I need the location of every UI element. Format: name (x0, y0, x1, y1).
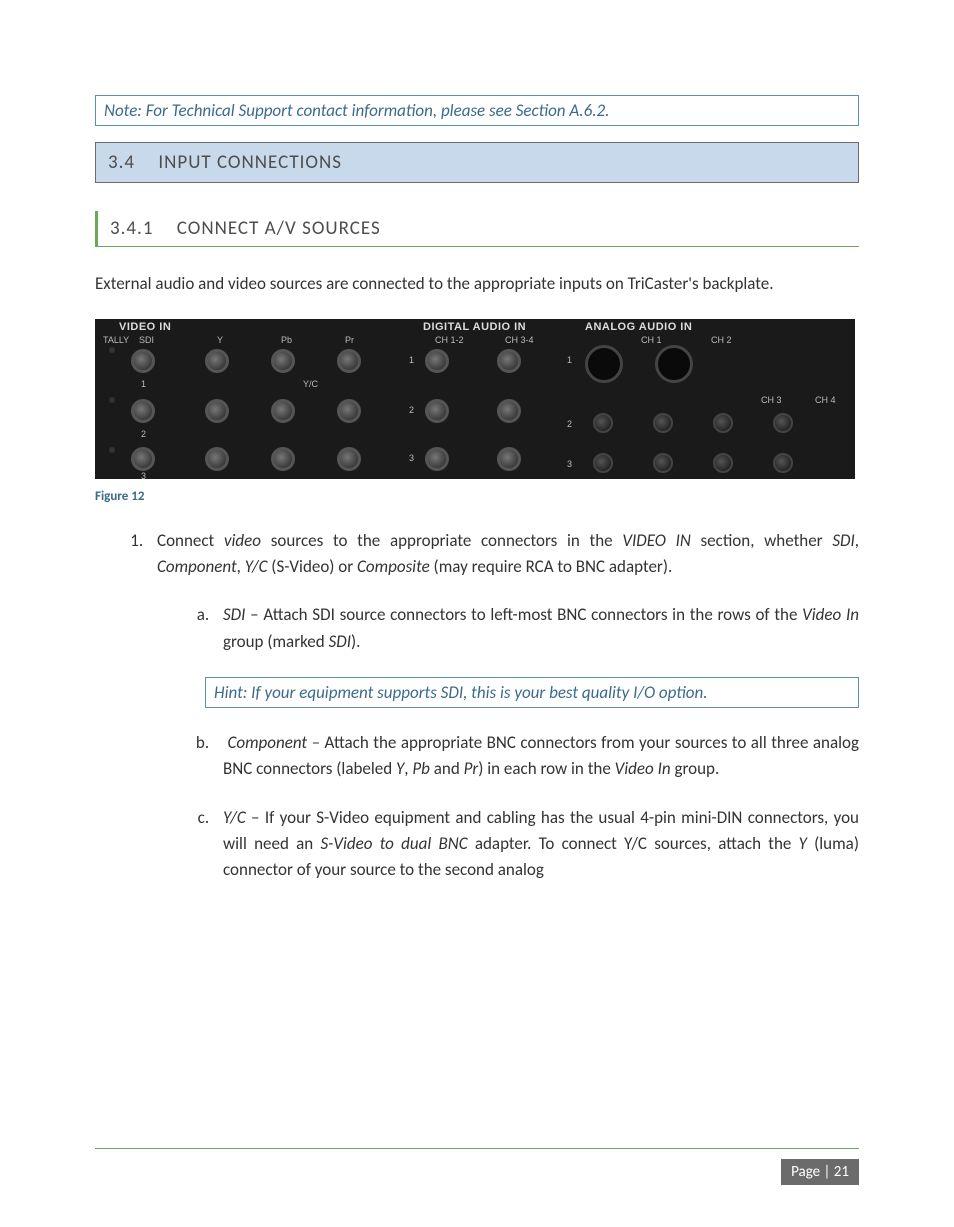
rca-2d (773, 413, 793, 433)
heading-connect-av-sources: 3.4.1 CONNECT A/V SOURCES (95, 211, 859, 247)
bnc-da-3a (425, 447, 449, 471)
h3-number: 3.4.1 (110, 217, 153, 240)
bnc-da-2a (425, 399, 449, 423)
h2-title: INPUT CONNECTIONS (158, 151, 342, 174)
tally-led-1 (109, 347, 115, 353)
bnc-sdi-2 (131, 399, 155, 423)
tally-led-3 (109, 447, 115, 453)
bnc-da-2b (497, 399, 521, 423)
rca-2c (713, 413, 733, 433)
bnc-sdi-1 (131, 349, 155, 373)
label-y: Y (217, 335, 223, 345)
label-digital-audio-in: DIGITAL AUDIO IN (423, 321, 526, 333)
label-analog-audio-in: ANALOG AUDIO IN (585, 321, 692, 333)
bnc-da-1b (497, 349, 521, 373)
footer-divider (95, 1148, 859, 1149)
label-ch1: CH 1 (641, 335, 662, 345)
da-row2: 2 (409, 405, 414, 415)
list-item-1: Connect video sources to the appropriate… (147, 528, 859, 655)
h3-title: CONNECT A/V SOURCES (177, 217, 381, 240)
xlr-1a (585, 345, 623, 383)
bnc-pb-1 (271, 349, 295, 373)
label-ch2: CH 2 (711, 335, 732, 345)
label-ch12: CH 1-2 (435, 335, 464, 345)
label-sdi: SDI (139, 335, 154, 345)
row-num-1: 1 (141, 379, 146, 389)
label-tally: TALLY (103, 335, 129, 345)
bnc-y-3 (205, 447, 229, 471)
subitem-a: SDI – Attach SDI source connectors to le… (213, 602, 859, 655)
bnc-da-3b (497, 447, 521, 471)
da-row1: 1 (409, 355, 414, 365)
hint-box: Hint: If your equipment supports SDI, th… (205, 677, 859, 708)
label-pr: Pr (345, 335, 354, 345)
rca-3a (593, 453, 613, 473)
ordered-sublist-cont: Component – Attach the appropriate BNC c… (157, 730, 859, 884)
note-text: Note: For Technical Support contact info… (104, 100, 609, 121)
aa-row3: 3 (567, 459, 572, 469)
bnc-pb-3 (271, 447, 295, 471)
hint-text: Hint: If your equipment supports SDI, th… (214, 682, 708, 703)
label-ch34: CH 3-4 (505, 335, 534, 345)
bnc-sdi-3 (131, 447, 155, 471)
note-box: Note: For Technical Support contact info… (95, 95, 859, 126)
bnc-pr-1 (337, 349, 361, 373)
ordered-sublist: SDI – Attach SDI source connectors to le… (157, 602, 859, 655)
xlr-1b (655, 345, 693, 383)
intro-paragraph: External audio and video sources are con… (95, 271, 859, 297)
bnc-pr-2 (337, 399, 361, 423)
label-video-in: VIDEO IN (119, 321, 171, 333)
rca-2a (593, 413, 613, 433)
rca-3b (653, 453, 673, 473)
rca-2b (653, 413, 673, 433)
label-pb: Pb (281, 335, 292, 345)
label-ch4: CH 4 (815, 395, 836, 405)
da-row3: 3 (409, 453, 414, 463)
bnc-y-2 (205, 399, 229, 423)
page-number-badge: Page | 21 (781, 1159, 859, 1185)
rca-3c (713, 453, 733, 473)
bnc-pr-3 (337, 447, 361, 471)
row-num-3: 3 (141, 471, 146, 479)
row-num-2: 2 (141, 429, 146, 439)
rca-3d (773, 453, 793, 473)
label-yc: Y/C (303, 379, 318, 389)
tally-led-2 (109, 397, 115, 403)
aa-row1: 1 (567, 355, 572, 365)
bnc-pb-2 (271, 399, 295, 423)
subitem-b: Component – Attach the appropriate BNC c… (213, 730, 859, 783)
h2-number: 3.4 (108, 151, 135, 174)
bnc-da-1a (425, 349, 449, 373)
label-ch3: CH 3 (761, 395, 782, 405)
ordered-list-main: Connect video sources to the appropriate… (95, 528, 859, 655)
aa-row2: 2 (567, 419, 572, 429)
subitem-c: Y/C – If your S-Video equipment and cabl… (213, 805, 859, 884)
bnc-y-1 (205, 349, 229, 373)
figure-caption: Figure 12 (95, 489, 859, 504)
figure-backplate: VIDEO IN DIGITAL AUDIO IN ANALOG AUDIO I… (95, 319, 855, 479)
heading-input-connections: 3.4 INPUT CONNECTIONS (95, 142, 859, 183)
